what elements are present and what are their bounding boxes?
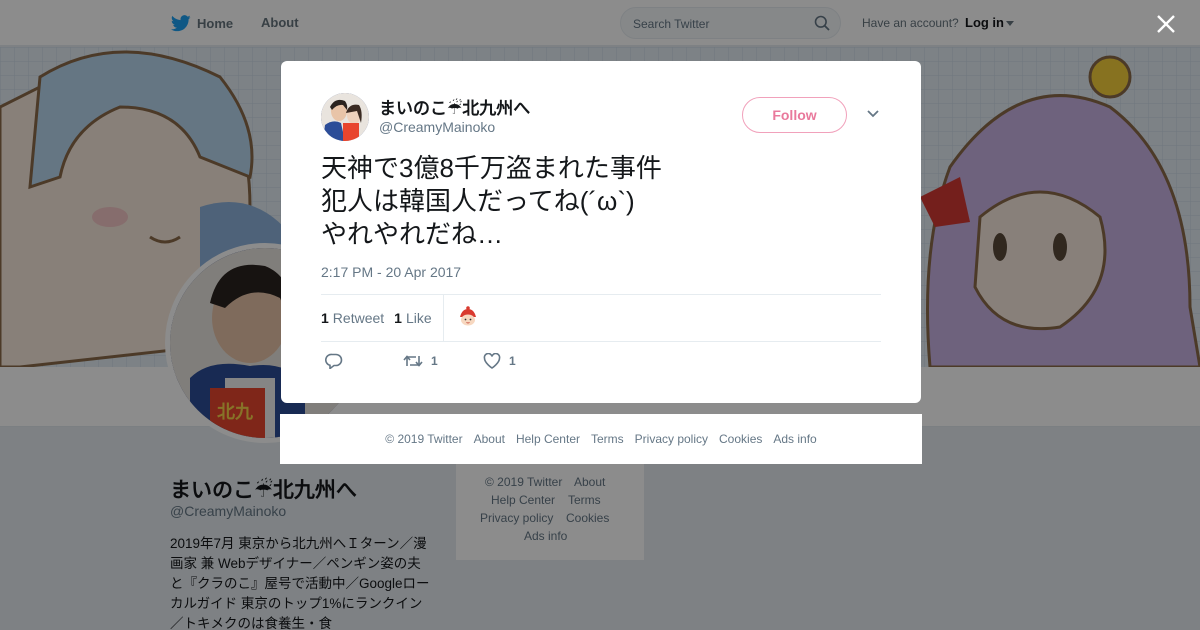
- footer-help[interactable]: Help Center: [516, 432, 580, 446]
- author-avatar-photo: [321, 93, 369, 141]
- like-button[interactable]: 1: [483, 353, 516, 369]
- retweet-count: 1: [321, 310, 329, 326]
- tweet-author-name[interactable]: まいのこ☔北九州へ: [379, 94, 530, 119]
- heart-icon: [483, 353, 501, 369]
- chevron-down-icon[interactable]: [866, 109, 880, 119]
- tweet-author-handle[interactable]: @CreamyMainoko: [379, 119, 495, 135]
- footer-about[interactable]: About: [474, 432, 505, 446]
- modal-footer: © 2019 Twitter About Help Center Terms P…: [280, 414, 922, 464]
- like-stat[interactable]: 1 Like: [394, 310, 431, 326]
- like-count: 1: [394, 310, 402, 326]
- tweet-modal: まいのこ☔北九州へ @CreamyMainoko Follow 天神で3億8千万…: [281, 61, 921, 403]
- retweet-action-count: 1: [431, 354, 438, 368]
- footer-privacy[interactable]: Privacy policy: [635, 432, 708, 446]
- divider: [321, 294, 881, 295]
- follow-button[interactable]: Follow: [742, 97, 847, 133]
- divider: [321, 341, 881, 342]
- tweet-author-avatar[interactable]: [321, 93, 369, 141]
- like-action-count: 1: [509, 354, 516, 368]
- footer-ads[interactable]: Ads info: [773, 432, 816, 446]
- retweet-button[interactable]: 1: [403, 353, 438, 369]
- retweet-stat-label: Retweet: [332, 310, 385, 326]
- reply-button[interactable]: [325, 353, 343, 369]
- tweet-timestamp[interactable]: 2:17 PM - 20 Apr 2017: [321, 264, 461, 280]
- reply-icon: [325, 353, 343, 369]
- tweet-text: 天神で3億8千万盗まれた事件 犯人は韓国人だってね(´ω`) やれやれだね…: [321, 153, 662, 249]
- footer-cookies[interactable]: Cookies: [719, 432, 762, 446]
- retweet-stat[interactable]: 1 Retweet: [321, 310, 384, 326]
- footer-terms[interactable]: Terms: [591, 432, 624, 446]
- like-stat-label: Like: [405, 310, 432, 326]
- footer-copyright: © 2019 Twitter: [385, 432, 463, 446]
- stats-divider: [443, 295, 444, 341]
- retweet-icon: [403, 355, 423, 367]
- liker-avatar[interactable]: [456, 305, 480, 329]
- tweet-stats: 1 Retweet 1 Like: [321, 310, 432, 326]
- close-icon[interactable]: [1155, 13, 1177, 35]
